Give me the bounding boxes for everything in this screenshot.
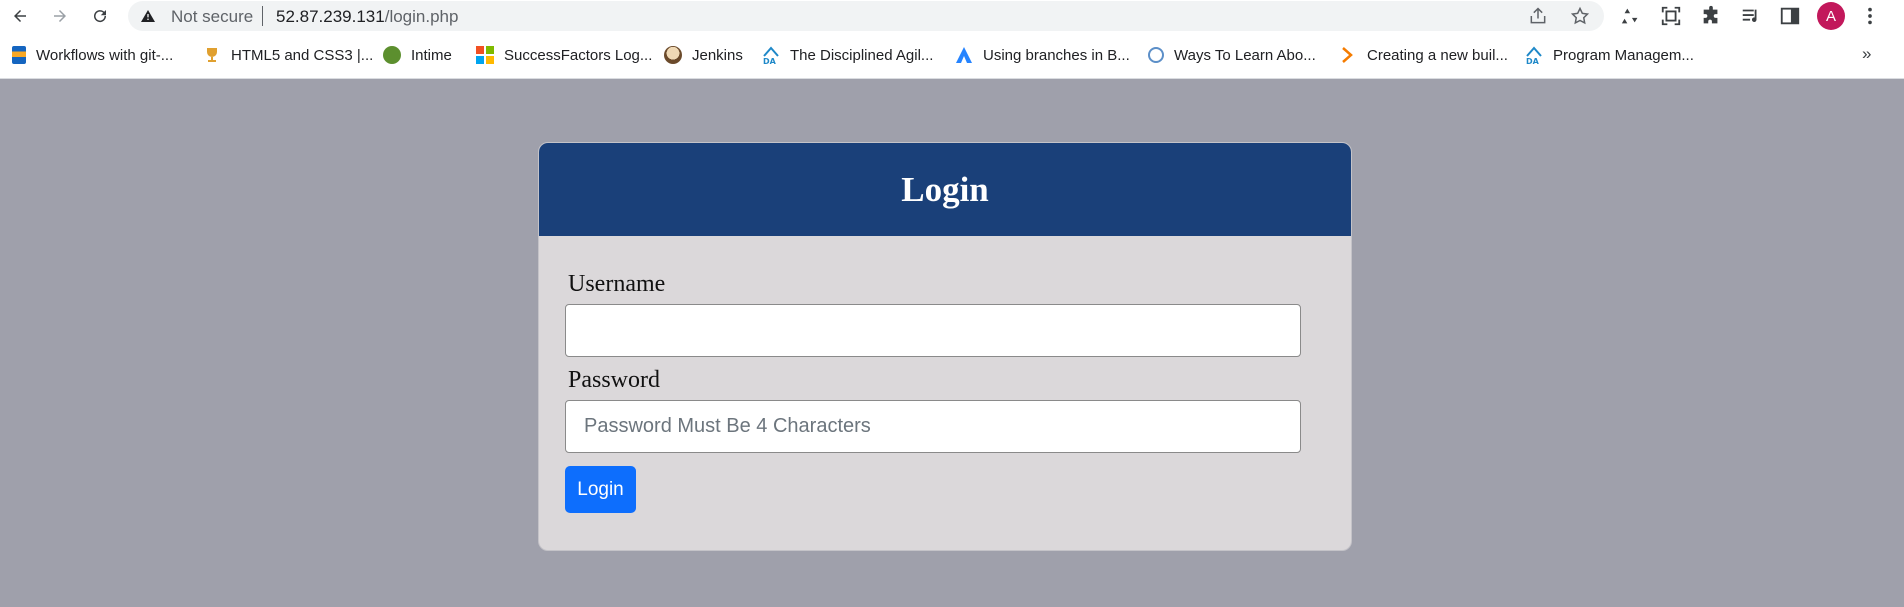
bookmark-label: Intime: [411, 46, 452, 64]
atlassian-icon: [955, 46, 973, 64]
bookmark-item[interactable]: Workflows with git-...: [12, 44, 173, 66]
bookmark-label: SuccessFactors Log...: [504, 46, 653, 64]
browser-toolbar: Not secure 52.87.239.131/login.php A: [0, 0, 1904, 31]
disciplined-agile-icon: DA: [1525, 46, 1543, 66]
reload-icon: [94, 10, 107, 23]
chevron-orange-icon: [1339, 46, 1357, 64]
recycle-extension-icon[interactable]: [1620, 5, 1642, 27]
page-title: Login: [901, 169, 989, 209]
username-input[interactable]: [565, 304, 1301, 357]
microsoft-icon: [476, 46, 494, 64]
bookmark-item[interactable]: SuccessFactors Log...: [476, 44, 652, 66]
globe-icon: [1148, 47, 1164, 63]
bookmark-label: Creating a new buil...: [1367, 46, 1508, 64]
url-path: /login.php: [384, 7, 459, 26]
more-bookmarks-chevron-icon[interactable]: »: [1862, 44, 1871, 64]
bookmark-item[interactable]: DA The Disciplined Agil...: [762, 44, 933, 66]
bookmark-star-icon[interactable]: [1570, 6, 1590, 26]
bookmark-item[interactable]: Intime: [383, 44, 452, 66]
media-queue-icon[interactable]: [1740, 5, 1762, 27]
kebab-menu-icon[interactable]: [1859, 5, 1881, 27]
login-card: Login Username Password Login: [538, 142, 1352, 551]
bookmarks-bar: Workflows with git-... HTML5 and CSS3 |.…: [0, 31, 1904, 79]
bookmark-label: The Disciplined Agil...: [790, 46, 934, 64]
page-scrollbar[interactable]: [1898, 79, 1904, 607]
login-button[interactable]: Login: [565, 466, 636, 513]
password-label: Password: [568, 367, 661, 393]
password-input[interactable]: [565, 400, 1301, 453]
git-book-icon: [12, 46, 26, 64]
profile-avatar[interactable]: A: [1817, 2, 1845, 30]
trophy-icon: [203, 46, 221, 64]
bookmark-item[interactable]: HTML5 and CSS3 |...: [203, 44, 373, 66]
intime-icon: [383, 46, 401, 64]
bookmark-label: Ways To Learn Abo...: [1174, 46, 1316, 64]
bookmark-item[interactable]: Creating a new buil...: [1339, 44, 1508, 66]
security-status[interactable]: Not secure: [171, 7, 253, 27]
extensions-puzzle-icon[interactable]: [1700, 5, 1722, 27]
side-panel-icon[interactable]: [1779, 5, 1801, 27]
share-icon[interactable]: [1528, 6, 1548, 26]
bookmark-item[interactable]: DA Program Managem...: [1525, 44, 1694, 66]
username-label: Username: [568, 271, 666, 297]
disciplined-agile-icon: DA: [762, 46, 780, 66]
screen-capture-icon[interactable]: [1660, 5, 1682, 27]
jenkins-icon: [664, 46, 682, 64]
url-host: 52.87.239.131: [276, 7, 385, 26]
back-button[interactable]: [7, 3, 33, 29]
bookmark-label: HTML5 and CSS3 |...: [231, 46, 374, 64]
address-bar[interactable]: Not secure 52.87.239.131/login.php: [128, 1, 1604, 31]
forward-arrow-icon: [54, 10, 66, 22]
warning-icon[interactable]: [140, 8, 156, 24]
login-card-header: Login: [539, 143, 1351, 236]
bookmark-label: Jenkins: [692, 46, 743, 64]
url-text[interactable]: 52.87.239.131/login.php: [276, 7, 458, 27]
bookmark-label: Using branches in B...: [983, 46, 1130, 64]
svg-text:DA: DA: [1526, 57, 1540, 64]
back-arrow-icon: [14, 10, 26, 22]
reload-button[interactable]: [87, 3, 113, 29]
svg-text:DA: DA: [763, 57, 777, 64]
bookmark-item[interactable]: Ways To Learn Abo...: [1148, 44, 1316, 66]
bookmark-label: Workflows with git-...: [36, 46, 174, 64]
forward-button[interactable]: [47, 3, 73, 29]
bookmark-item[interactable]: Using branches in B...: [955, 44, 1130, 66]
bookmark-item[interactable]: Jenkins: [664, 44, 743, 66]
bookmark-label: Program Managem...: [1553, 46, 1694, 64]
url-separator: [262, 6, 263, 26]
